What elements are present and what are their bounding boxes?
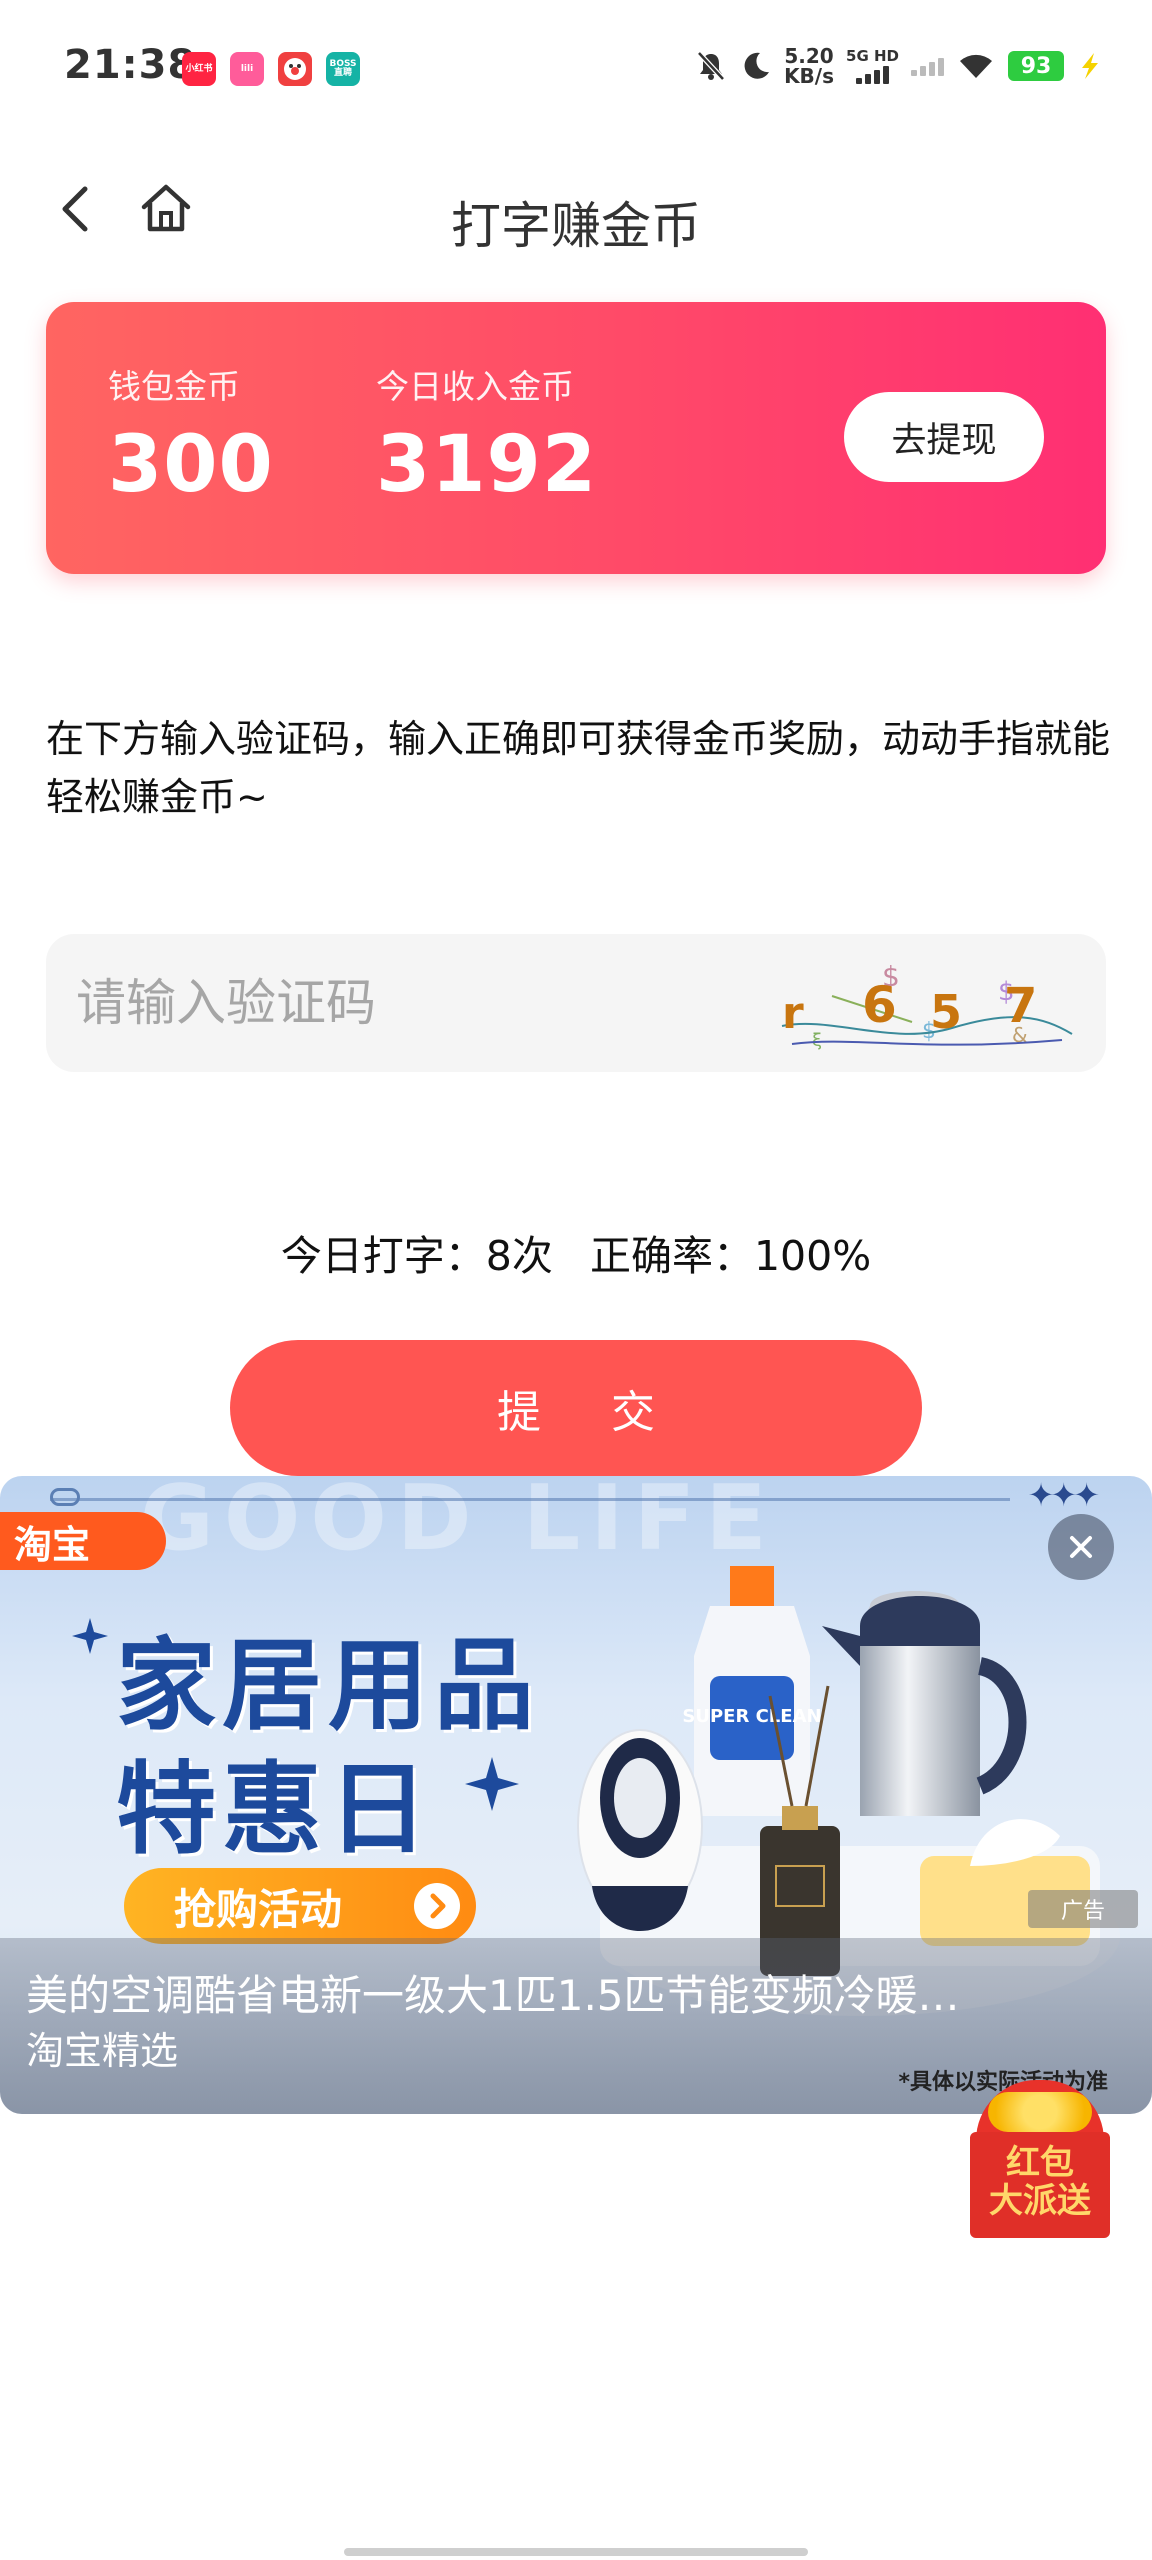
captcha-image[interactable]: $ $ $ & ξ r 6 5 7 [772,956,1076,1056]
boss-zhipin-icon: BOSS 直聘 [326,52,360,86]
submit-button[interactable]: 提 交 [230,1340,922,1476]
status-app-icons: 小红书 lili BOSS 直聘 [182,52,360,86]
signal-bars-icon [856,64,889,84]
xiaohongshu-icon: 小红书 [182,52,216,86]
red-packet-button[interactable]: 红包 大派送 [970,2080,1110,2240]
captcha-input[interactable] [76,934,776,1072]
svg-text:ξ: ξ [812,1030,822,1051]
status-indicators: 5.20 KB/s 5G HD 93 [694,46,1104,86]
accuracy-rate: 正确率：100% [589,1232,872,1280]
ad-cta-label: 抢购活动 [174,1884,343,1934]
red-packet-line1: 红包 [1006,2143,1074,2183]
sparkle-icon [72,1618,108,1654]
ad-bg-watermark: GOOD LIFE [140,1476,777,1571]
wifi-icon [960,54,992,78]
net-speed: 5.20 KB/s [784,44,835,88]
close-icon [1070,1536,1092,1558]
signal-group: 5G HD [846,46,899,84]
back-button[interactable] [40,174,110,244]
today-income: 今日收入金币 3192 [376,360,597,510]
ad-caption-title: 美的空调酷省电新一级大1匹1.5匹节能变频冷暖… [26,1971,960,2020]
ad-decor-toggle [50,1488,80,1506]
mute-bell-icon [697,51,725,81]
captcha-char-3: 5 [930,985,962,1039]
today-income-value: 3192 [376,420,598,510]
withdraw-button[interactable]: 去提现 [844,392,1044,482]
home-button[interactable] [130,172,202,244]
ad-banner[interactable]: GOOD LIFE ✦✦✦ 淘宝 家居用品 特惠日 抢购活动 SUPER CLE… [0,1476,1152,2114]
pink-app-icon: lili [230,52,264,86]
ad-caption-subtitle: 淘宝精选 [26,2029,179,2073]
typed-today-count: 今日打字：8次 [280,1232,553,1280]
ad-stars-icon: ✦✦✦ [1027,1476,1100,1514]
wallet-balance-label: 钱包金币 [108,367,240,406]
ad-mark: 广告 [1028,1890,1138,1928]
app-header: 打字赚金币 [0,140,1152,290]
ad-headline: 家居用品 特惠日 [116,1624,540,1872]
home-indicator[interactable] [344,2548,808,2556]
chevron-right-icon [414,1883,460,1929]
clown-app-icon [278,52,312,86]
home-icon [141,184,191,232]
ad-bottle-text: SUPER CLEAN [682,1706,821,1727]
charging-icon [1082,53,1098,79]
signal-bars-2-icon [911,56,944,76]
signal-label: 5G HD [846,46,899,65]
ad-cta-button[interactable]: 抢购活动 [124,1868,476,1944]
instructions-text: 在下方输入验证码，输入正确即可获得金币奖励，动动手指就能轻松赚金币~ [46,717,1111,819]
taobao-tag: 淘宝 [0,1512,166,1570]
status-time: 21:38 [64,42,197,88]
status-bar: 21:38 小红书 lili BOSS 直聘 5.20 KB/s 5G HD 9… [0,0,1152,140]
ad-headline-line2: 特惠日 [116,1751,434,1868]
captcha-char-2: 6 [862,976,897,1034]
ad-decor-line [50,1498,1010,1501]
ad-headline-line1: 家居用品 [116,1627,540,1744]
coins-icon [988,2092,1092,2132]
today-income-label: 今日收入金币 [376,367,574,406]
red-packet-line2: 大派送 [989,2181,1091,2221]
wallet-balance-value: 300 [108,420,274,510]
captcha-char-1: r [782,988,804,1039]
captcha-row: $ $ $ & ξ r 6 5 7 [46,934,1106,1072]
red-packet-body: 红包 大派送 [970,2132,1110,2238]
wallet-card: 钱包金币 300 今日收入金币 3192 去提现 [46,302,1106,574]
typing-stats: 今日打字：8次 正确率：100% [0,1222,1152,1282]
moon-icon [744,52,770,79]
battery-indicator: 93 [1008,51,1064,81]
captcha-char-4: 7 [1004,978,1037,1034]
wallet-balance: 钱包金币 300 [108,360,274,510]
chevron-left-icon [62,186,88,232]
